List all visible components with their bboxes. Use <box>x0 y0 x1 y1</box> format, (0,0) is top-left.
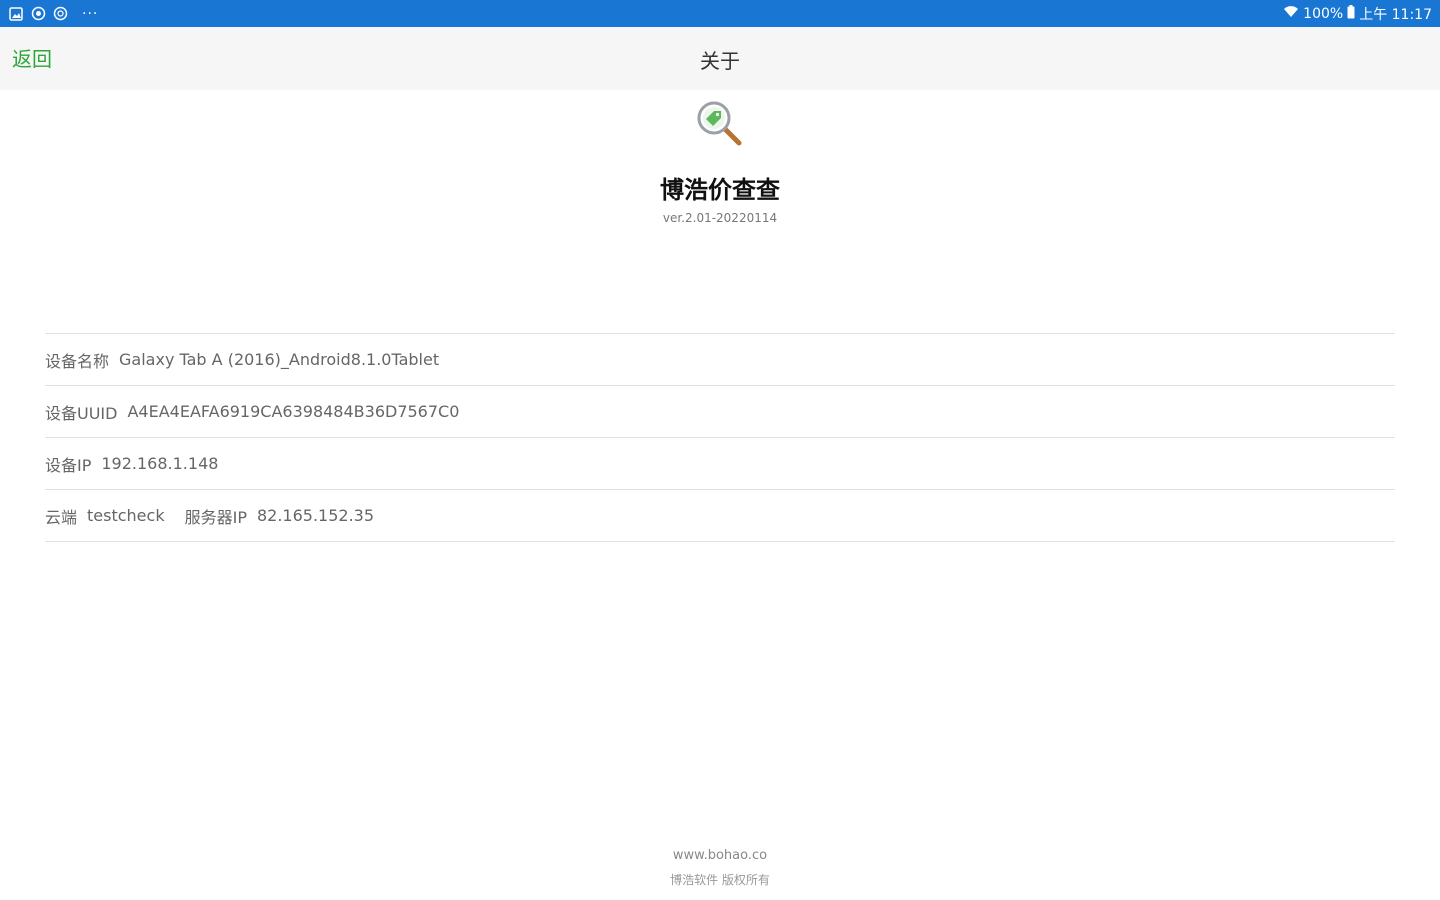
list-item: 设备IP 192.168.1.148 <box>45 438 1395 490</box>
battery-percent: 100% <box>1303 5 1344 22</box>
server-ip-value: 82.165.152.35 <box>256 506 375 525</box>
navigation-bar: 返回 关于 <box>0 27 1440 90</box>
list-item: 云端 testcheck 服务器IP 82.165.152.35 <box>45 490 1395 542</box>
more-notifications: ··· <box>82 5 99 22</box>
notification-area: ··· <box>8 0 98 27</box>
ip-value: 192.168.1.148 <box>101 454 219 473</box>
footer-url[interactable]: www.bohao.co <box>0 848 1440 863</box>
battery-icon <box>1347 4 1355 23</box>
gallery-icon <box>8 6 24 22</box>
footer-copyright: 博浩软件 版权所有 <box>670 873 770 887</box>
uuid-label: 设备UUID <box>45 403 118 423</box>
cloud-value: testcheck <box>87 506 165 525</box>
circle-icon <box>30 6 46 22</box>
app-version: ver.2.01-20220114 <box>662 211 778 225</box>
ip-label: 设备IP <box>45 455 92 475</box>
circle-icon <box>52 6 68 22</box>
wifi-icon <box>1283 5 1299 23</box>
status-bar: ··· 100% 上午 11:17 <box>0 0 1440 27</box>
list-item: 设备UUID A4EA4EAFA6919CA6398484B36D7567C0 <box>45 386 1395 438</box>
app-name: 博浩价查查 <box>660 176 780 204</box>
device-name-label: 设备名称 <box>45 351 110 371</box>
list-item: 设备名称 Galaxy Tab A (2016)_Android8.1.0Tab… <box>45 334 1395 386</box>
system-status: 100% 上午 11:17 <box>1283 0 1432 27</box>
server-ip-label: 服务器IP <box>184 507 247 527</box>
device-info-list: 设备名称 Galaxy Tab A (2016)_Android8.1.0Tab… <box>45 333 1395 542</box>
cloud-label: 云端 <box>45 507 78 527</box>
clock: 上午 11:17 <box>1359 6 1432 23</box>
page-title: 关于 <box>700 49 740 73</box>
uuid-value: A4EA4EAFA6919CA6398484B36D7567C0 <box>127 402 460 421</box>
magnifier-tag-icon <box>696 100 744 148</box>
device-name-value: Galaxy Tab A (2016)_Android8.1.0Tablet <box>119 350 440 369</box>
